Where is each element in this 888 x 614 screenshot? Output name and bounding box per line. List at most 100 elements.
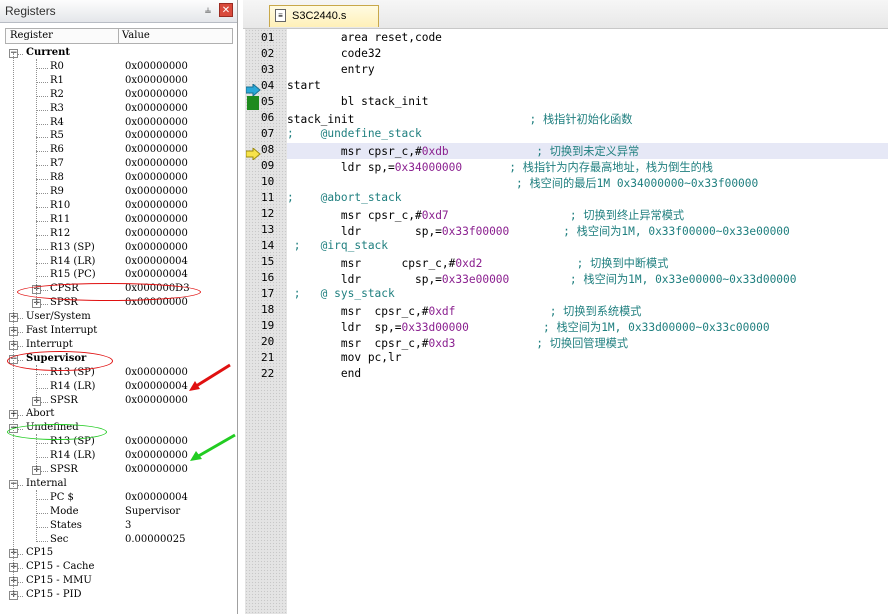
register-row[interactable]: + User/System — [5, 311, 233, 325]
register-row[interactable]: R10 0x00000000 — [5, 200, 233, 214]
register-value[interactable]: Supervisor — [125, 506, 180, 517]
register-row[interactable]: R4 0x00000000 — [5, 117, 233, 131]
register-value[interactable]: 0x00000000 — [125, 367, 188, 378]
register-value[interactable]: 0x00000004 — [125, 381, 188, 392]
register-row[interactable]: R9 0x00000000 — [5, 186, 233, 200]
code-line[interactable]: ; @ sys_stack — [287, 287, 395, 303]
code-line[interactable]: msr cpsr_c,#0xd2 ; 切换到中断模式 — [287, 255, 669, 271]
register-row[interactable]: + Abort — [5, 408, 233, 422]
code-line[interactable]: entry — [287, 63, 375, 79]
register-row[interactable]: R13 (SP) 0x00000000 — [5, 242, 233, 256]
register-value[interactable]: 0x00000004 — [125, 269, 188, 280]
line-number: 15 — [261, 255, 275, 268]
code-number: 0xdf — [428, 305, 456, 318]
column-value[interactable]: Value — [122, 30, 150, 41]
column-register[interactable]: Register — [10, 30, 53, 41]
register-row[interactable]: + Fast Interrupt — [5, 325, 233, 339]
code-line[interactable]: msr cpsr_c,#0xdf ; 切换到系统模式 — [287, 303, 642, 319]
register-value[interactable]: 0x00000000 — [125, 242, 188, 253]
code-line[interactable]: ldr sp,=0x33e00000 ; 栈空间为1M, 0x33e00000~… — [287, 271, 797, 287]
register-row[interactable]: + CP15 - MMU — [5, 575, 233, 589]
register-row[interactable]: − Current — [5, 47, 233, 61]
line-number: 12 — [261, 207, 275, 220]
code-line[interactable]: bl stack_init — [287, 95, 429, 111]
code-line[interactable]: msr cpsr_c,#0xd7 ; 切换到终止异常模式 — [287, 207, 684, 223]
tree-connector — [36, 96, 48, 97]
register-row[interactable]: R12 0x00000000 — [5, 228, 233, 242]
register-row[interactable]: PC $ 0x00000004 — [5, 492, 233, 506]
register-row[interactable]: R11 0x00000000 — [5, 214, 233, 228]
register-value[interactable]: 0x00000000 — [125, 61, 188, 72]
code-line[interactable]: ; @irq_stack — [287, 239, 388, 255]
code-comment: ; 切换到中断模式 — [576, 257, 669, 270]
code-line[interactable]: start — [287, 79, 321, 95]
register-row[interactable]: + CP15 — [5, 547, 233, 561]
code-text: ldr sp,= — [287, 161, 395, 174]
code-line[interactable]: msr cpsr_c,#0xdb ; 切换到未定义异常 — [287, 143, 639, 159]
register-value[interactable]: 0x00000000 — [125, 186, 188, 197]
register-value[interactable]: 0x00000004 — [125, 492, 188, 503]
code-line[interactable]: ldr sp,=0x33f00000 ; 栈空间为1M, 0x33f00000~… — [287, 223, 790, 239]
line-number: 14 — [261, 239, 275, 252]
code-line[interactable]: ; 栈空间的最后1M 0x34000000~0x33f00000 — [287, 175, 758, 191]
close-icon[interactable]: ✕ — [219, 3, 233, 17]
register-value[interactable]: 0x00000000 — [125, 436, 188, 447]
code-comment: ; 栈空间为1M, 0x33e00000~0x33d00000 — [569, 273, 797, 286]
register-value[interactable]: 3 — [125, 520, 131, 531]
register-value[interactable]: 0x00000000 — [125, 395, 188, 406]
register-value[interactable]: 0x00000004 — [125, 256, 188, 267]
pin-icon[interactable]: ⫨ — [201, 3, 215, 17]
code-line[interactable]: ; @abort_stack — [287, 191, 402, 207]
code-line[interactable]: code32 — [287, 47, 381, 63]
register-row[interactable]: R7 0x00000000 — [5, 158, 233, 172]
code-number: 0x33f00000 — [441, 225, 510, 238]
register-value[interactable]: 0.00000025 — [125, 534, 185, 545]
register-row[interactable]: R3 0x00000000 — [5, 103, 233, 117]
register-row[interactable]: R1 0x00000000 — [5, 75, 233, 89]
register-value[interactable]: 0x00000000 — [125, 144, 188, 155]
register-value[interactable]: 0x00000000 — [125, 158, 188, 169]
code-line[interactable]: ldr sp,=0x34000000 ; 栈指针为内存最高地址，栈为倒生的栈 — [287, 159, 713, 175]
register-row[interactable]: − Internal — [5, 478, 233, 492]
register-value[interactable]: 0x00000000 — [125, 117, 188, 128]
register-row[interactable]: States 3 — [5, 520, 233, 534]
register-name: Current — [26, 47, 71, 58]
register-value[interactable]: 0x00000000 — [125, 89, 188, 100]
code-text: entry — [287, 63, 375, 76]
code-area[interactable]: area reset,code code32 entry start bl sta… — [287, 29, 888, 614]
tab-s3c2440[interactable]: ≡ S3C2440.s — [269, 5, 379, 27]
code-line[interactable]: area reset,code — [287, 31, 442, 47]
register-row[interactable]: Sec 0.00000025 — [5, 534, 233, 548]
register-value[interactable]: 0x00000000 — [125, 228, 188, 239]
code-line[interactable]: mov pc,lr — [287, 351, 402, 367]
register-value[interactable]: 0x00000000 — [125, 172, 188, 183]
line-number: 01 — [261, 31, 275, 44]
register-row[interactable]: R5 0x00000000 — [5, 130, 233, 144]
register-row[interactable]: + SPSR 0x00000000 — [5, 395, 233, 409]
code-line[interactable]: ; @undefine_stack — [287, 127, 422, 143]
register-value[interactable]: 0x00000000 — [125, 75, 188, 86]
register-row[interactable]: R15 (PC) 0x00000004 — [5, 269, 233, 283]
register-row[interactable]: R2 0x00000000 — [5, 89, 233, 103]
code-line[interactable]: end — [287, 367, 361, 383]
register-value[interactable]: 0x00000000 — [125, 214, 188, 225]
register-row[interactable]: R14 (LR) 0x00000004 — [5, 256, 233, 270]
register-value[interactable]: 0x00000000 — [125, 464, 188, 475]
register-row[interactable]: Mode Supervisor — [5, 506, 233, 520]
register-row[interactable]: + CP15 - Cache — [5, 561, 233, 575]
register-row[interactable]: R8 0x00000000 — [5, 172, 233, 186]
register-value[interactable]: 0x00000000 — [125, 130, 188, 141]
register-value[interactable]: 0x00000000 — [125, 200, 188, 211]
code-line[interactable]: stack_init ; 栈指针初始化函数 — [287, 111, 632, 127]
register-value[interactable]: 0x00000000 — [125, 103, 188, 114]
register-row[interactable]: + SPSR 0x00000000 — [5, 464, 233, 478]
register-value[interactable]: 0x00000000 — [125, 450, 188, 461]
code-line[interactable]: ldr sp,=0x33d00000 ; 栈空间为1M, 0x33d00000~… — [287, 319, 770, 335]
register-name: R12 — [50, 228, 71, 239]
line-number: 13 — [261, 223, 275, 236]
register-row[interactable]: R6 0x00000000 — [5, 144, 233, 158]
register-row[interactable]: + CP15 - PID — [5, 589, 233, 603]
register-name: R8 — [50, 172, 64, 183]
code-line[interactable]: msr cpsr_c,#0xd3 ; 切换回管理模式 — [287, 335, 628, 351]
register-row[interactable]: R0 0x00000000 — [5, 61, 233, 75]
